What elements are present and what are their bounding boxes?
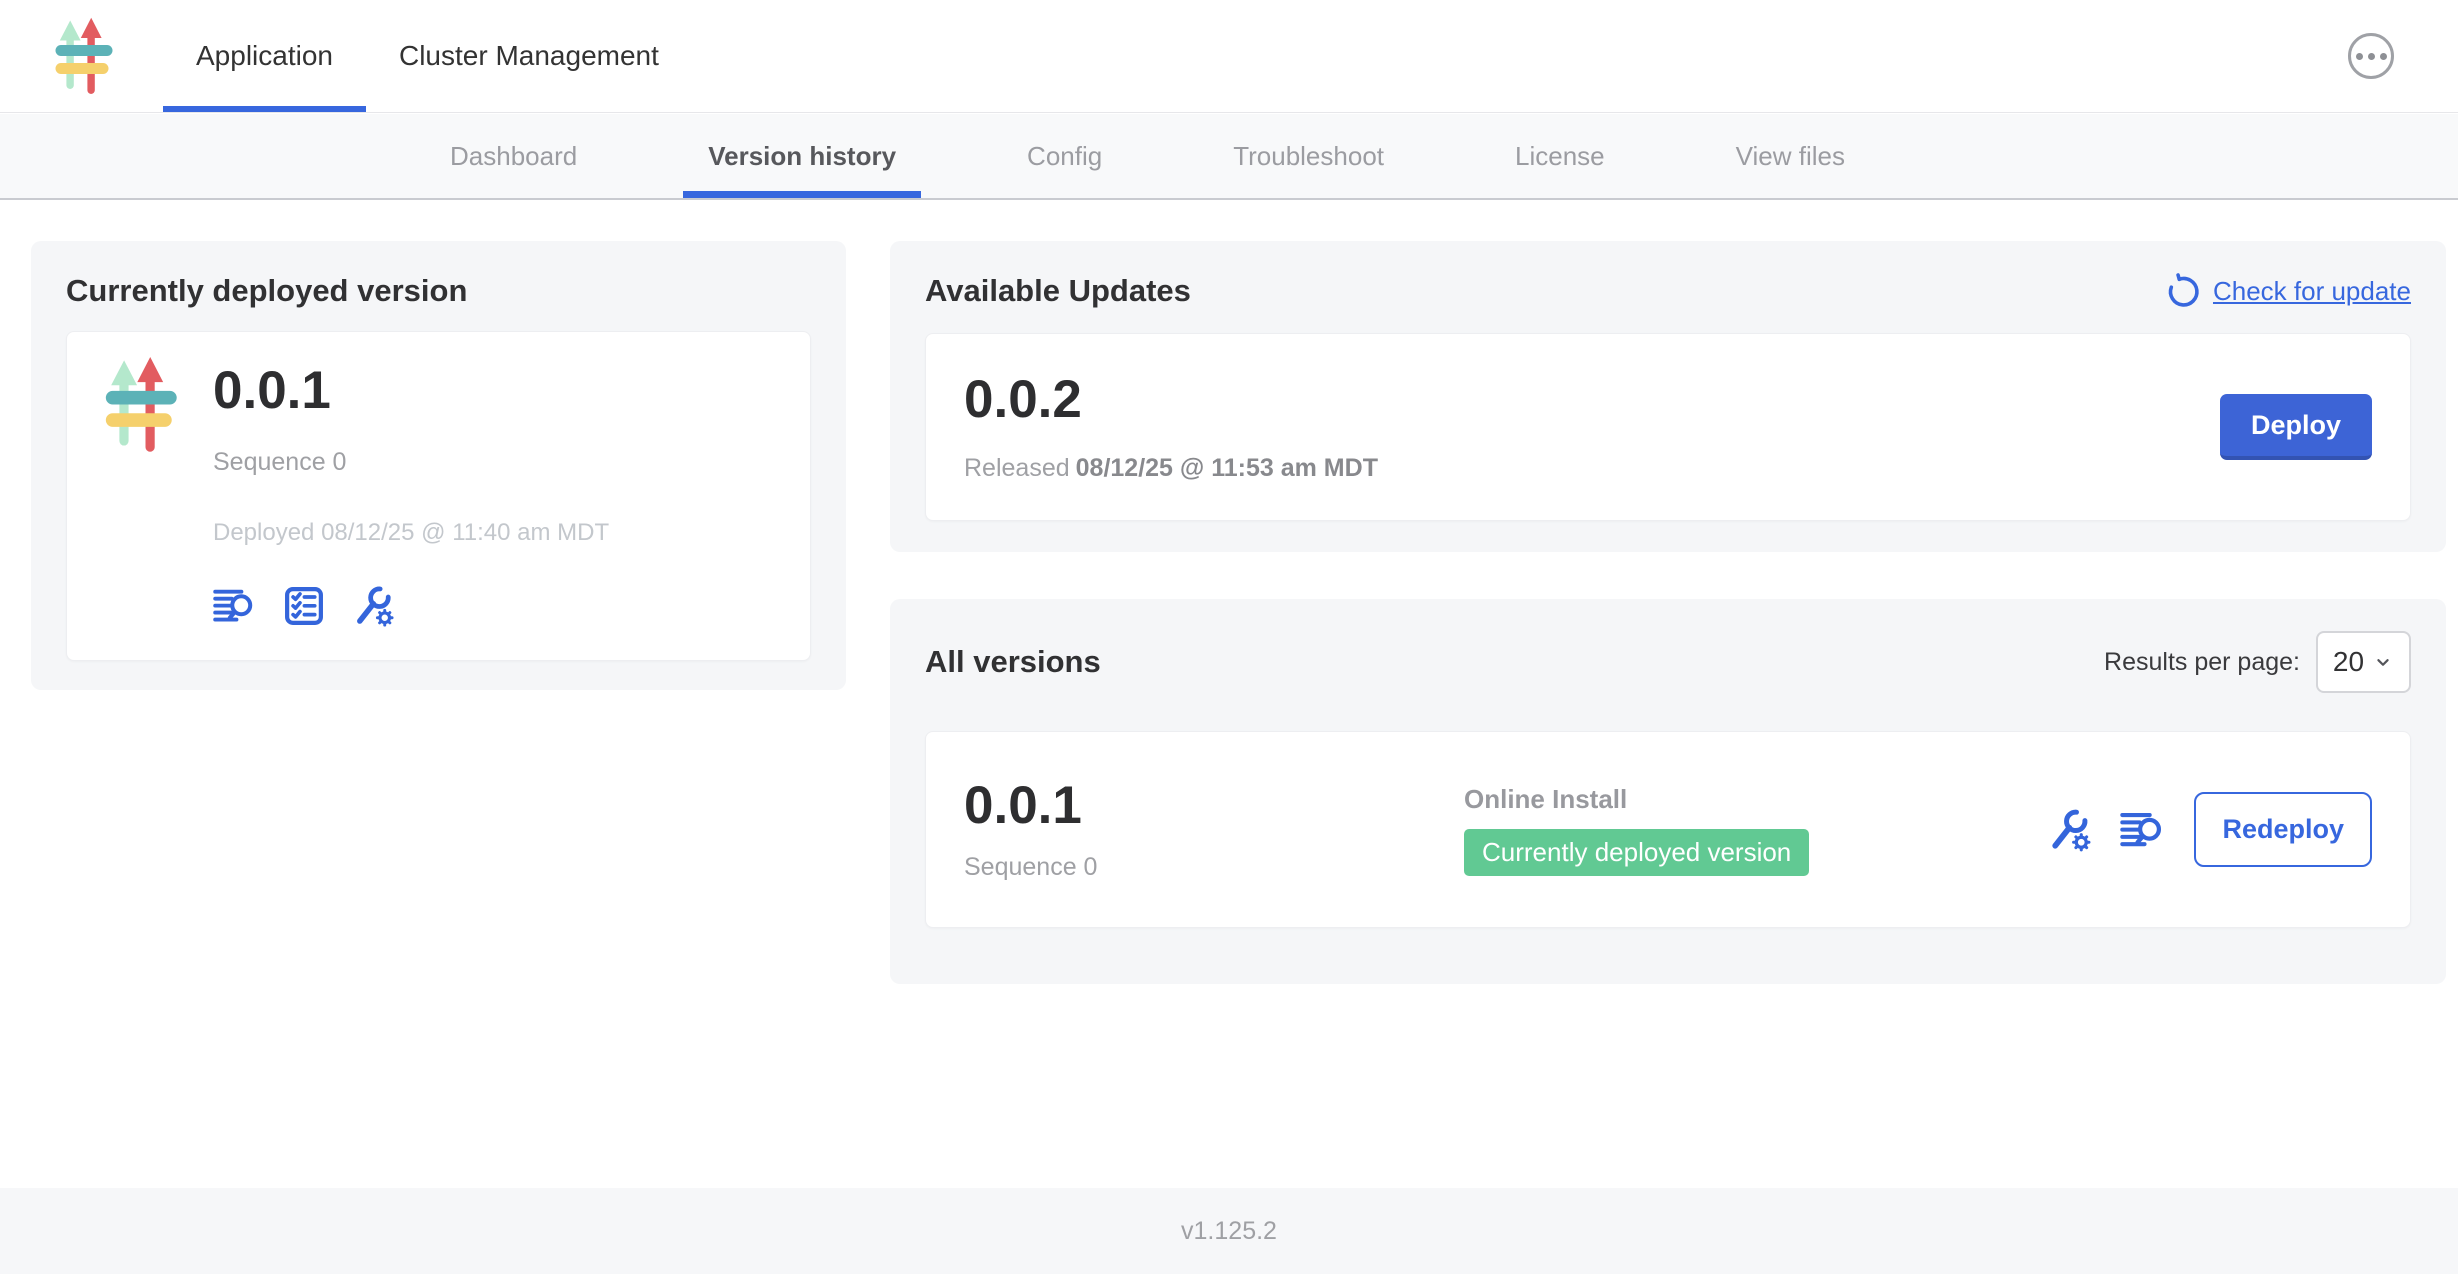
tab-label: Troubleshoot: [1233, 141, 1384, 172]
version-row-actions: Redeploy: [2046, 792, 2372, 867]
console-version: v1.125.2: [1181, 1217, 1277, 1246]
release-notes-icon[interactable]: [213, 584, 257, 628]
version-row-status: Online Install Currently deployed versio…: [1464, 784, 1809, 876]
results-per-page-value: 20: [2333, 646, 2364, 678]
page-footer: v1.125.2: [0, 1188, 2458, 1274]
version-row: 0.0.1 Sequence 0 Online Install Currentl…: [925, 731, 2411, 928]
update-row: 0.0.2 Released08/12/25 @ 11:53 am MDT De…: [925, 333, 2411, 521]
check-for-update[interactable]: Check for update: [2165, 273, 2411, 309]
ellipsis-icon: [2368, 53, 2375, 60]
deployed-version-details: 0.0.1 Sequence 0 Deployed 08/12/25 @ 11:…: [213, 356, 609, 636]
version-row-number: 0.0.1: [964, 777, 1464, 835]
tab-label: Dashboard: [450, 141, 577, 172]
redeploy-button[interactable]: Redeploy: [2194, 792, 2372, 867]
deployed-version-number: 0.0.1: [213, 362, 609, 420]
config-icon[interactable]: [2046, 807, 2092, 853]
main-content: Currently deployed version 0.0.1 Sequenc…: [0, 200, 2458, 1274]
app-logo-icon: [105, 356, 185, 453]
ellipsis-icon: [2356, 53, 2363, 60]
available-updates-header: Available Updates Check for update: [925, 273, 2411, 309]
available-updates-card: Available Updates Check for update 0.0.2…: [890, 241, 2446, 552]
deployed-card-title: Currently deployed version: [66, 273, 811, 309]
config-icon[interactable]: [351, 584, 395, 628]
update-released-line: Released08/12/25 @ 11:53 am MDT: [964, 454, 1378, 483]
all-versions-title: All versions: [925, 644, 1101, 680]
tab-license[interactable]: License: [1490, 114, 1630, 198]
tab-config[interactable]: Config: [1002, 114, 1127, 198]
top-tab-label: Application: [196, 40, 333, 72]
preflight-checks-icon[interactable]: [281, 583, 327, 629]
released-timestamp: 08/12/25 @ 11:53 am MDT: [1076, 454, 1378, 482]
tab-troubleshoot[interactable]: Troubleshoot: [1208, 114, 1409, 198]
refresh-icon: [2165, 273, 2201, 309]
overflow-menu-button[interactable]: [2348, 33, 2394, 79]
top-tab-label: Cluster Management: [399, 40, 659, 72]
top-tab-application[interactable]: Application: [163, 0, 366, 112]
results-per-page: Results per page: 20: [2104, 631, 2411, 693]
top-tab-cluster-management[interactable]: Cluster Management: [366, 0, 692, 112]
tab-label: View files: [1736, 141, 1845, 172]
results-per-page-label: Results per page:: [2104, 648, 2300, 677]
tab-label: Config: [1027, 141, 1102, 172]
results-per-page-select[interactable]: 20: [2316, 631, 2411, 693]
all-versions-header: All versions Results per page: 20: [925, 631, 2411, 693]
deployed-version-panel: 0.0.1 Sequence 0 Deployed 08/12/25 @ 11:…: [66, 331, 811, 661]
tab-label: License: [1515, 141, 1605, 172]
deployed-timestamp: Deployed 08/12/25 @ 11:40 am MDT: [213, 519, 609, 547]
tab-view-files[interactable]: View files: [1711, 114, 1870, 198]
check-for-update-link[interactable]: Check for update: [2213, 276, 2411, 307]
update-details: 0.0.2 Released08/12/25 @ 11:53 am MDT: [964, 371, 1378, 482]
release-notes-icon[interactable]: [2120, 807, 2166, 853]
all-versions-card: All versions Results per page: 20 0.0.1 …: [890, 599, 2446, 984]
ellipsis-icon: [2380, 53, 2387, 60]
update-version-number: 0.0.2: [964, 371, 1378, 429]
tab-dashboard[interactable]: Dashboard: [425, 114, 602, 198]
top-nav-tabs: Application Cluster Management: [163, 0, 692, 112]
chevron-down-icon: [2372, 651, 2394, 673]
install-type: Online Install: [1464, 784, 1809, 815]
top-navbar: Application Cluster Management: [0, 0, 2458, 113]
currently-deployed-card: Currently deployed version 0.0.1 Sequenc…: [31, 241, 846, 690]
deploy-button[interactable]: Deploy: [2220, 394, 2372, 460]
tab-label: Version history: [708, 141, 896, 172]
app-logo-icon: [55, 17, 119, 95]
version-row-info: 0.0.1 Sequence 0: [964, 777, 1464, 882]
tab-version-history[interactable]: Version history: [683, 114, 921, 198]
deployed-sequence: Sequence 0: [213, 448, 609, 477]
released-label: Released: [964, 454, 1070, 482]
version-row-sequence: Sequence 0: [964, 853, 1464, 882]
app-sub-navbar: Dashboard Version history Config Trouble…: [0, 114, 2458, 200]
available-updates-title: Available Updates: [925, 273, 1191, 309]
status-badge: Currently deployed version: [1464, 829, 1809, 876]
deployed-actions: [213, 583, 609, 629]
